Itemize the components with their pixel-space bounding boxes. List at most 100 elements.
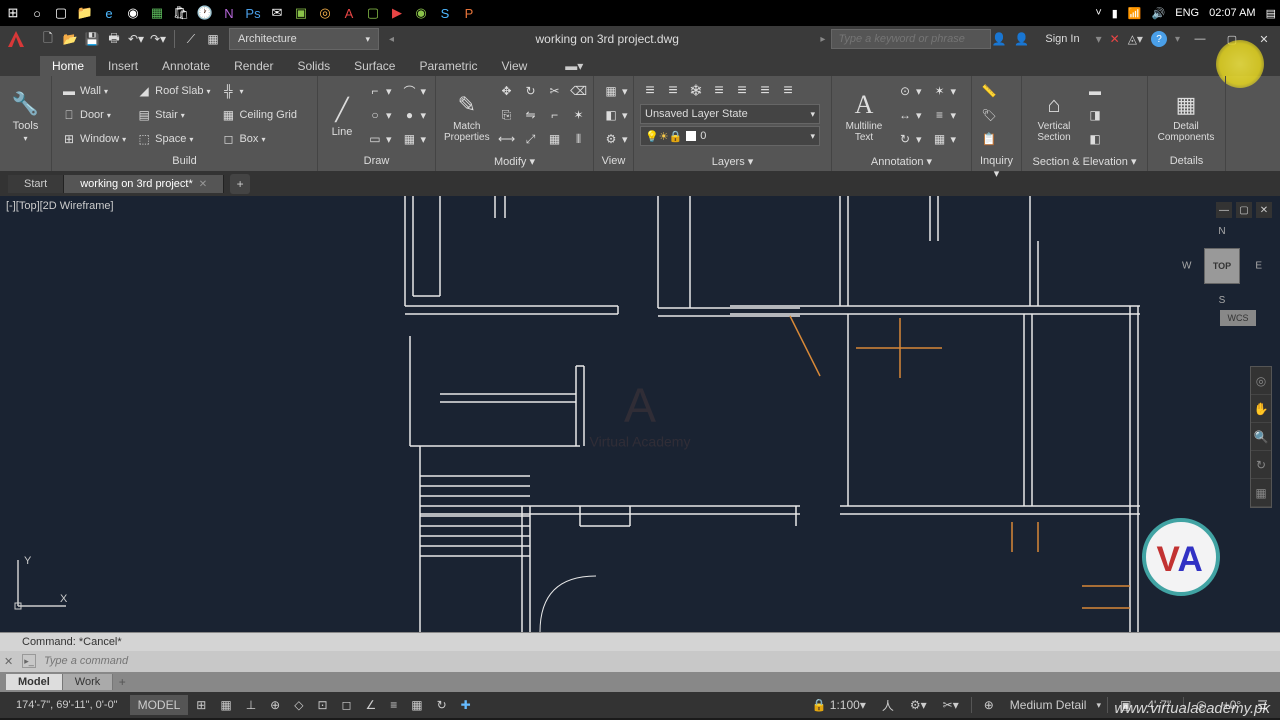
user-icon[interactable]: 👤	[1014, 32, 1029, 46]
box-button[interactable]: ◻Box ▾	[217, 128, 299, 150]
erase-icon[interactable]: ⌫	[568, 80, 590, 102]
inq2-button[interactable]: 🏷	[978, 104, 1000, 126]
start-icon[interactable]: ⊞	[4, 4, 22, 22]
anno3-button[interactable]: ▦▾	[929, 128, 960, 150]
tab-render[interactable]: Render	[222, 56, 285, 76]
layers-panel-label[interactable]: Layers ▾	[640, 153, 825, 169]
tab-solids[interactable]: Solids	[285, 56, 342, 76]
explode-icon[interactable]: ✶	[568, 104, 590, 126]
cmd-close-icon[interactable]: ✕	[4, 655, 18, 668]
vsection-button[interactable]: ⌂ Vertical Section	[1028, 80, 1080, 153]
inquiry-panel-label[interactable]: Inquiry ▾	[978, 153, 1015, 169]
sec1-button[interactable]: ▬	[1084, 80, 1106, 102]
print-icon[interactable]: 🖶	[104, 29, 124, 49]
space-button[interactable]: ⬚Space ▾	[133, 128, 213, 150]
mail-icon[interactable]: ✉	[268, 4, 286, 22]
skype-icon[interactable]: S	[436, 4, 454, 22]
sb-grid-icon[interactable]: ⊞	[190, 695, 212, 715]
dim3-button[interactable]: ↻▾	[894, 128, 925, 150]
copy-icon[interactable]: ⎘	[496, 104, 518, 126]
layer-tool-1[interactable]: ≡	[640, 82, 660, 100]
sb-anno-icon[interactable]: 人	[876, 695, 900, 715]
ceiling-button[interactable]: ▦Ceiling Grid	[217, 104, 299, 126]
volume-icon[interactable]: 🔊	[1152, 7, 1166, 20]
ps-icon[interactable]: Ps	[244, 4, 262, 22]
qat-icon1[interactable]: ⟋	[181, 29, 201, 49]
dim1-button[interactable]: ⊙▾	[894, 80, 925, 102]
wall-button[interactable]: ▬Wall ▾	[58, 80, 129, 102]
door-button[interactable]: ⎕Door ▾	[58, 104, 129, 126]
tab-surface[interactable]: Surface	[342, 56, 407, 76]
modify-panel-label[interactable]: Modify ▾	[442, 153, 587, 169]
add-tab-button[interactable]: +	[230, 174, 250, 194]
anno2-button[interactable]: ≡▾	[929, 104, 960, 126]
window-button[interactable]: ⊞Window ▾	[58, 128, 129, 150]
sb-otrack-icon[interactable]: ∠	[359, 695, 382, 715]
layout-work[interactable]: Work	[63, 674, 113, 690]
array-icon[interactable]: ▦	[544, 128, 566, 150]
sec3-button[interactable]: ◧	[1084, 128, 1106, 150]
layout-model[interactable]: Model	[6, 674, 63, 690]
scale-icon[interactable]: ⤢	[520, 128, 542, 150]
clock[interactable]: 02:07 AM	[1209, 7, 1255, 19]
command-input[interactable]	[40, 655, 1276, 667]
stair-button[interactable]: ▤Stair ▾	[133, 104, 213, 126]
autocad-logo-icon[interactable]	[0, 26, 32, 52]
app6-icon[interactable]: ◉	[412, 4, 430, 22]
section-panel-label[interactable]: Section & Elevation ▾	[1028, 153, 1141, 169]
coordinates[interactable]: 174'-7", 69'-11", 0'-0"	[6, 699, 128, 711]
open-icon[interactable]: 📂	[60, 29, 80, 49]
onenote-icon[interactable]: N	[220, 4, 238, 22]
search-person-icon[interactable]: 👤	[991, 32, 1006, 46]
mirror-icon[interactable]: ⇋	[520, 104, 542, 126]
ppt-icon[interactable]: P	[460, 4, 478, 22]
sb-polar-icon[interactable]: ⊕	[264, 695, 286, 715]
layer-dropdown[interactable]: 💡 ☀ 🔒 0	[640, 126, 820, 146]
sb-target-icon[interactable]: ⊕	[978, 695, 1000, 715]
roofslab-button[interactable]: ◢Roof Slab ▾	[133, 80, 213, 102]
layer-tool-4[interactable]: ≡	[709, 82, 729, 100]
sb-detail[interactable]: Medium Detail	[1004, 695, 1093, 715]
inq3-button[interactable]: 📋	[978, 128, 1000, 150]
cortana-icon[interactable]: ○	[28, 4, 46, 22]
sb-model[interactable]: MODEL	[130, 695, 189, 715]
app2-icon[interactable]: ▣	[292, 4, 310, 22]
sb-3dosnap-icon[interactable]: ◻	[336, 695, 358, 715]
rect-button[interactable]: ▭▾	[364, 128, 395, 150]
exchange-icon[interactable]: ✕	[1110, 32, 1120, 46]
tools-button[interactable]: 🔧 Tools▾	[6, 80, 45, 153]
hatch-button[interactable]: ▦▾	[398, 128, 429, 150]
circle-button[interactable]: ○▾	[364, 104, 395, 126]
save-icon[interactable]: 💾	[82, 29, 102, 49]
tab-extra-icon[interactable]: ▬▾	[559, 56, 589, 76]
ellipse-button[interactable]: ●▾	[398, 104, 429, 126]
rotate-icon[interactable]: ↻	[520, 80, 542, 102]
sb-scale[interactable]: 🔒 1:100▾	[805, 695, 871, 715]
tab-file[interactable]: working on 3rd project*✕	[64, 175, 224, 193]
layer-tool-5[interactable]: ≡	[732, 82, 752, 100]
inq1-button[interactable]: 📏	[978, 80, 1000, 102]
explorer-icon[interactable]: 📁	[76, 4, 94, 22]
grid-button[interactable]: ╬▾	[217, 80, 299, 102]
new-icon[interactable]: 🗋	[38, 29, 58, 49]
view1-button[interactable]: ▦▾	[600, 80, 631, 102]
redo-icon[interactable]: ↷▾	[148, 29, 168, 49]
store-icon[interactable]: 🛍	[172, 4, 190, 22]
search-input[interactable]	[831, 29, 991, 49]
offset-icon[interactable]: ⫴	[568, 128, 590, 150]
workspace-dropdown[interactable]: Architecture	[229, 28, 379, 50]
clock-icon[interactable]: 🕐	[196, 4, 214, 22]
sb-gear-icon[interactable]: ⚙▾	[904, 695, 933, 715]
match-button[interactable]: ✎ Match Properties	[442, 80, 492, 153]
help-icon[interactable]: ?	[1151, 31, 1167, 47]
arc-button[interactable]: ⌒▾	[398, 80, 429, 102]
anno1-button[interactable]: ✶▾	[929, 80, 960, 102]
sb-lweight-icon[interactable]: ≡	[384, 695, 403, 715]
sb-osnap-icon[interactable]: ⊡	[311, 695, 333, 715]
dim2-button[interactable]: ↔▾	[894, 104, 925, 126]
taskview-icon[interactable]: ▢	[52, 4, 70, 22]
tray-chevron-icon[interactable]: ˅	[1095, 7, 1101, 19]
annotation-panel-label[interactable]: Annotation ▾	[838, 153, 965, 169]
tab-parametric[interactable]: Parametric	[407, 56, 489, 76]
cmd-prompt-icon[interactable]: ▸_	[22, 654, 36, 668]
